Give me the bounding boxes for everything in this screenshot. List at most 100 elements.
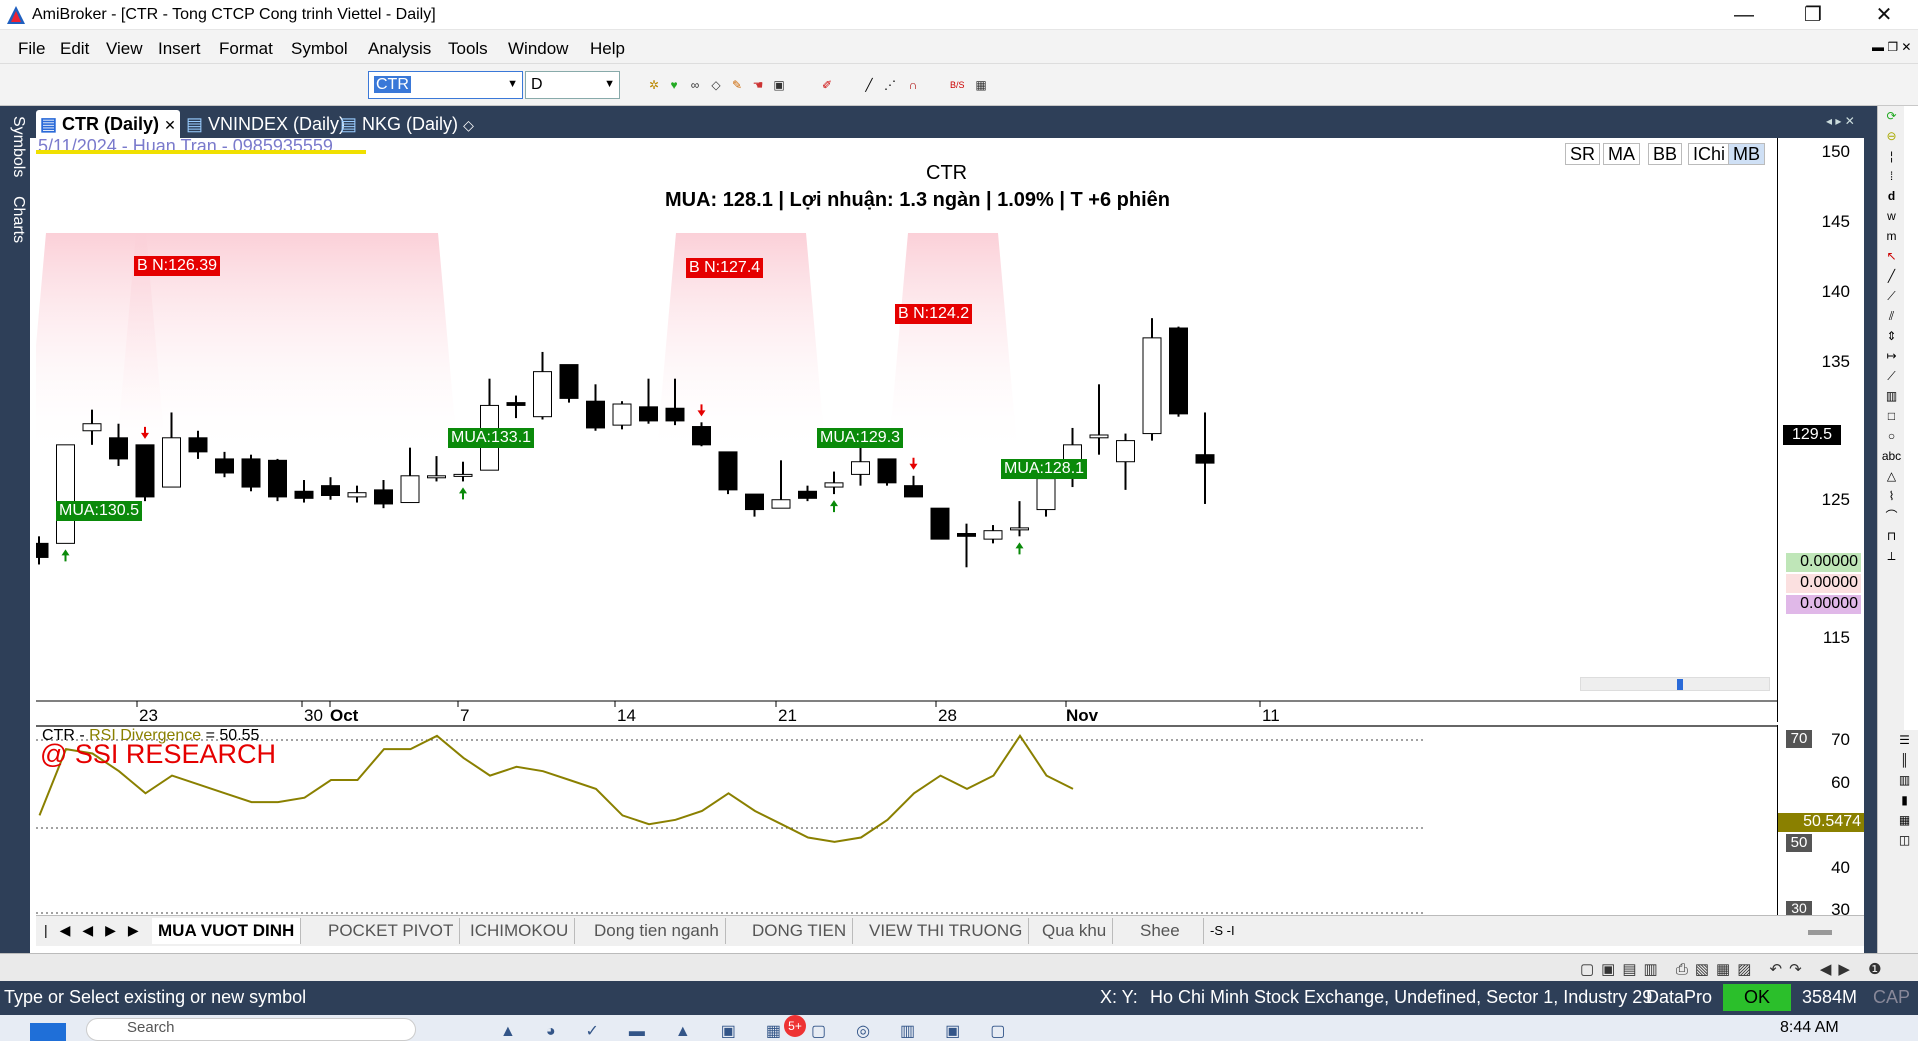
taskbar-search[interactable]: Search	[86, 1018, 416, 1041]
fan-tool-icon[interactable]: ⟋	[1878, 366, 1905, 386]
zoom-slider[interactable]	[1580, 677, 1770, 691]
daily-icon[interactable]: d	[1878, 186, 1905, 206]
symbol-combo[interactable]: CTR ▼	[368, 71, 523, 99]
menu-view[interactable]: View	[106, 39, 143, 59]
mdi-controls[interactable]: ▬ ❐ ✕	[1872, 40, 1911, 54]
menu-window[interactable]: Window	[508, 39, 568, 59]
bars-icon[interactable]: ║	[1891, 750, 1918, 770]
zoom-icon[interactable]: ⊖	[1878, 126, 1905, 146]
sheet-tab-mua-vuot-dinh[interactable]: MUA VUOT DINH	[152, 918, 302, 944]
sheet-tab-ichimokou[interactable]: ICHIMOKOU	[464, 918, 576, 944]
candle-body	[294, 490, 314, 499]
weekly-icon[interactable]: w	[1878, 206, 1905, 226]
ellipse-tool-icon[interactable]: ○	[1878, 426, 1905, 446]
text-tool-icon[interactable]: abc	[1878, 446, 1905, 466]
table-icon[interactable]: ▦	[974, 78, 988, 92]
vertical-line-icon[interactable]: ⇕	[1878, 326, 1905, 346]
close-button[interactable]: ✕	[1857, 0, 1911, 30]
menu-symbol[interactable]: Symbol	[291, 39, 348, 59]
sheet-tab-view-thi-truong[interactable]: VIEW THI TRUONG	[863, 918, 1030, 944]
start-icon[interactable]	[30, 1023, 66, 1041]
sheet-tab-dong-tien[interactable]: DONG TIEN	[746, 918, 854, 944]
interval-combo[interactable]: D ▼	[525, 71, 620, 99]
arc-tool-icon[interactable]: ⌒	[1878, 506, 1905, 526]
hand-icon[interactable]: ☚	[751, 78, 765, 92]
sheet-tab-dong-tien-nganh[interactable]: Dong tien nganh	[588, 918, 726, 944]
pin-icon[interactable]: ¦	[1878, 146, 1905, 166]
menu-help[interactable]: Help	[590, 39, 625, 59]
menu-format[interactable]: Format	[219, 39, 273, 59]
tab-vnindex-daily[interactable]: ▤ VNINDEX (Daily)	[182, 110, 349, 138]
refresh-icon[interactable]: ⟳	[1878, 106, 1905, 126]
buy-sell-icon[interactable]: B/S	[950, 78, 965, 92]
pattern-icon[interactable]: ✲	[647, 78, 661, 92]
histogram-icon[interactable]: ▮	[1891, 790, 1918, 810]
mode-button-ichi[interactable]: IChi	[1688, 143, 1731, 165]
menu-file[interactable]: File	[18, 39, 45, 59]
layers-icon[interactable]: ◇	[709, 78, 723, 92]
sheet-tab-sheet[interactable]: Shee	[1134, 918, 1204, 944]
mode-button-mb[interactable]: MB	[1728, 143, 1765, 165]
price-chart-pane[interactable]: 23 30 Oct 7 14 21 28 Nov 11 5/11/2024 - Huan Tra…	[36, 136, 1777, 722]
symbol-input[interactable]: CTR	[374, 76, 411, 93]
menu-edit[interactable]: Edit	[60, 39, 89, 59]
ray-tool-icon[interactable]: ⟋	[1878, 286, 1905, 306]
list-icon[interactable]: ☰	[1891, 730, 1918, 750]
symbols-side-tab[interactable]: Symbols	[3, 116, 27, 177]
heart-icon[interactable]: ♥	[667, 78, 681, 92]
cursor-icon[interactable]: ↖	[1878, 246, 1905, 266]
sheet-tab-qua-khu[interactable]: Qua khu	[1036, 918, 1114, 944]
save-icon[interactable]: ▣	[772, 78, 786, 92]
bottom-tool-icons[interactable]: ▢▣▤▥ ⎙▧▦▨ ↶↷ ◀▶ ❶	[1580, 960, 1889, 978]
candle-body	[692, 426, 711, 446]
tab-menu-icon[interactable]: ◇	[463, 117, 474, 133]
grid-icon[interactable]: ▦	[1891, 810, 1918, 830]
zigzag-tool-icon[interactable]: ⌇	[1878, 486, 1905, 506]
mode-button-sr[interactable]: SR	[1565, 143, 1601, 165]
candle-body	[215, 458, 234, 474]
tab-scroll-arrows[interactable]: ◂ ▸ ✕	[1826, 114, 1855, 128]
crosshair-icon[interactable]: ⁞	[1878, 166, 1905, 186]
menu-analysis[interactable]: Analysis	[368, 39, 431, 59]
menu-tools[interactable]: Tools	[448, 39, 488, 59]
ruler-tool-icon[interactable]: ⟂	[1878, 546, 1905, 566]
draw-color-icon[interactable]: ✐	[820, 78, 834, 92]
pencil-icon[interactable]: ✎	[730, 78, 744, 92]
tab-nkg-daily[interactable]: ▤ NKG (Daily) ◇	[336, 110, 478, 138]
magnet-icon[interactable]: ∩	[906, 78, 920, 92]
zoom-slider-thumb[interactable]	[1677, 679, 1683, 690]
restore-button[interactable]: ❐	[1786, 0, 1840, 30]
sheet-tab-pocket-pivot[interactable]: POCKET PIVOT	[322, 918, 461, 944]
sheet-nav-arrows[interactable]: |◀◀▶▶|	[44, 922, 166, 939]
channel-tool-icon[interactable]: ⫽	[1878, 306, 1905, 326]
line-tool-icon[interactable]: ╱	[1878, 266, 1905, 286]
menu-insert[interactable]: Insert	[158, 39, 201, 59]
minimize-button[interactable]: —	[1717, 0, 1771, 30]
monthly-icon[interactable]: m	[1878, 226, 1905, 246]
scale-icon[interactable]: ◫	[1891, 830, 1918, 850]
candles-icon[interactable]: ▥	[1891, 770, 1918, 790]
horizontal-line-icon[interactable]: ↦	[1878, 346, 1905, 366]
candle-body	[268, 459, 287, 498]
pen-icon[interactable]: ╱	[862, 78, 876, 92]
sheets-scrollbar[interactable]	[1808, 930, 1832, 935]
close-tab-icon[interactable]: ✕	[164, 117, 176, 133]
add-sheet-icon[interactable]: -S -I	[1210, 923, 1235, 938]
interval-input[interactable]: D	[531, 76, 543, 93]
tab-ctr-daily[interactable]: ▤ CTR (Daily) ✕	[36, 110, 180, 138]
cycle-tool-icon[interactable]: ⊓	[1878, 526, 1905, 546]
mode-button-bb[interactable]: BB	[1648, 143, 1683, 165]
triangle-tool-icon[interactable]: △	[1878, 466, 1905, 486]
rectangle-tool-icon[interactable]: □	[1878, 406, 1905, 426]
rsi-pane[interactable]: CTR - RSI Divergence = 50.55 @ SSI RESEA…	[36, 725, 1777, 915]
dotted-line-icon[interactable]: ⋰	[883, 78, 897, 92]
chevron-down-icon[interactable]: ▼	[604, 78, 615, 90]
fibo-tool-icon[interactable]: ▥	[1878, 386, 1905, 406]
buy-arrow-icon	[61, 549, 70, 562]
charts-side-tab[interactable]: Charts	[3, 196, 27, 243]
taskbar-app-icons[interactable]: ▲◕✓▬▲▣▦▢◎▥▣▢	[500, 1021, 1035, 1041]
mode-button-ma[interactable]: MA	[1603, 143, 1640, 165]
link-icon[interactable]: ∞	[688, 78, 702, 92]
chevron-down-icon[interactable]: ▼	[507, 78, 518, 90]
x-tick-label: 11	[1262, 706, 1280, 722]
